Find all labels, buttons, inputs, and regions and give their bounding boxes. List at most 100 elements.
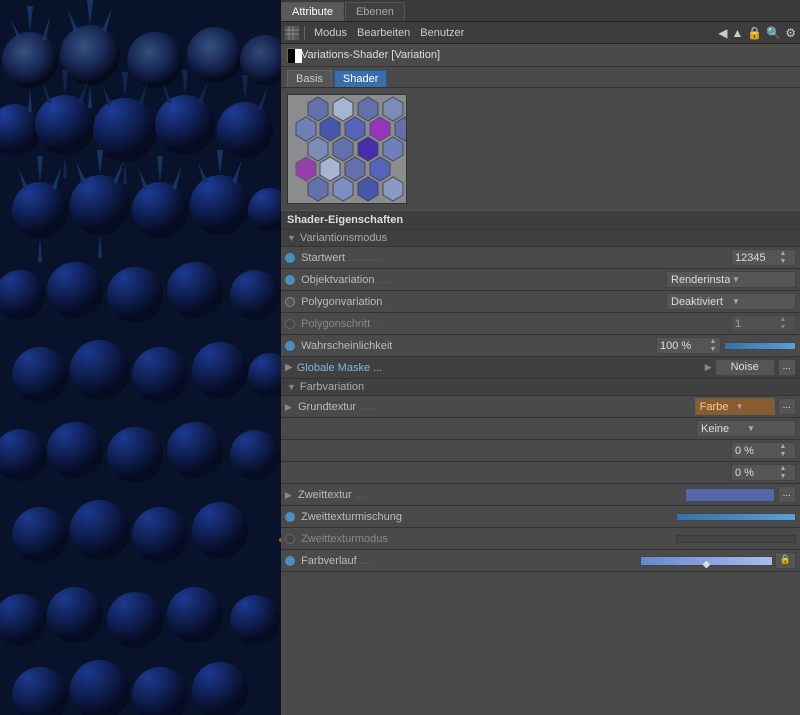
percent1-row: ▲ ▼ [281,440,800,462]
startwert-field[interactable] [732,251,777,265]
startwert-radio[interactable] [285,253,295,263]
percent2-input[interactable]: ▲ ▼ [731,464,796,481]
zweittexturmodus-row: Zweittexturmodus [281,528,800,550]
shader-preview-image [287,94,407,204]
polygonschritt-radio[interactable] [285,319,295,329]
farbvariation-group[interactable]: ▼ Farbvariation [281,379,800,396]
spinner-down-icon[interactable]: ▼ [777,258,789,266]
globale-maske-row: ▶ Globale Maske ... ▶ Noise ... [281,357,800,379]
grundtextur-label: ▶ Grundtextur ...... [285,401,695,413]
zweittexturmodus-label: Zweittexturmodus [285,533,672,545]
toolbar-icons: ◀ ▲ 🔒 🔍 ⚙ [718,26,796,40]
objektvariation-radio[interactable] [285,275,295,285]
spinner-down3-icon[interactable]: ▼ [707,346,719,354]
keine-dd-arrow-icon: ▼ [747,424,791,433]
farbvariation-label: Farbvariation [300,381,364,393]
polygonschritt-row: Polygonschritt .... ▲ ▼ [281,313,800,335]
spinner-down4-icon[interactable]: ▼ [777,451,789,459]
tab-attribute[interactable]: Attribute [281,2,344,21]
farbverlauf-row: Farbverlauf .... 🔒 [281,550,800,572]
polygonvariation-radio[interactable] [285,297,295,307]
maske-arrow-icon: ▶ [285,362,293,373]
polygonschritt-input[interactable]: ▲ ▼ [731,315,796,332]
variantionsmodus-label: Variantionsmodus [300,232,387,244]
farbverlauf-gradient-bar [640,556,773,566]
zweittexturmodus-bar [676,535,796,543]
percent2-spinners[interactable]: ▲ ▼ [777,465,789,481]
objektvariation-label: Objektvariation .... [285,274,666,286]
zweittextur-dots-button[interactable]: ... [778,486,796,503]
arrow-up-icon[interactable]: ▲ [731,26,743,40]
percent1-input[interactable]: ▲ ▼ [731,442,796,459]
spinner-down2-icon[interactable]: ▼ [777,324,789,332]
search-icon[interactable]: 🔍 [766,26,781,40]
spinner-down5-icon[interactable]: ▼ [777,473,789,481]
percent2-field[interactable] [732,466,777,480]
zweittexturmischung-label: Zweittexturmischung [285,511,672,523]
polygonschritt-field[interactable] [732,317,777,331]
variantionsmodus-group[interactable]: ▼ Variantionsmodus [281,230,800,247]
objektvariation-dropdown[interactable]: Renderinstanzen ▼ [666,271,796,288]
polygonvariation-dropdown[interactable]: Deaktiviert ▼ [666,293,796,310]
maske-dots-button[interactable]: ... [778,359,796,376]
keine-row: Keine ▼ [281,418,800,440]
farbverlauf-diamond-handle[interactable] [702,561,710,569]
spinner-up5-icon[interactable]: ▲ [777,465,789,473]
zweittexturmischung-radio[interactable] [285,512,295,522]
wahrscheinlichkeit-row: Wahrscheinlichkeit ▲ ▼ [281,335,800,357]
sub-tab-basis[interactable]: Basis [287,70,332,87]
settings-icon[interactable]: ⚙ [785,26,796,40]
checker-icon [287,48,301,62]
lock-icon[interactable]: 🔒 [747,26,762,40]
arrow-left-icon[interactable]: ◀ [718,26,727,40]
grundtextur-arrow-icon: ▶ [285,402,292,412]
right-panel: Attribute Ebenen Modus Bearbeiten Benutz… [281,0,800,715]
percent1-field[interactable] [732,444,777,458]
wahrscheinlichkeit-radio[interactable] [285,341,295,351]
spinner-up-icon[interactable]: ▲ [777,250,789,258]
farbvariation-arrow-icon: ▼ [287,382,296,392]
grundtextur-row: ▶ Grundtextur ...... Farbe ▼ ... [281,396,800,418]
objektvariation-row: Objektvariation .... Renderinstanzen ▼ [281,269,800,291]
zweittextur-color [685,488,775,502]
percent1-spinners[interactable]: ▲ ▼ [777,443,789,459]
globale-maske-label: Globale Maske ... [297,362,705,374]
farbverlauf-lock-button[interactable]: 🔒 [775,552,796,569]
zweittextur-label: ▶ Zweittextur .... [285,489,685,501]
zweittexturmischung-bar [676,513,796,521]
startwert-label: Startwert ........... [285,252,731,264]
spinner-up3-icon[interactable]: ▲ [707,338,719,346]
zweittexturmischung-row: Zweittexturmischung [281,506,800,528]
tab-ebenen[interactable]: Ebenen [345,2,405,21]
wahrscheinlichkeit-spinners[interactable]: ▲ ▼ [707,338,719,354]
bottom-spacer [281,572,800,592]
spinner-up2-icon[interactable]: ▲ [777,316,789,324]
polygonvariation-label: Polygonvariation . [285,296,666,308]
wahrscheinlichkeit-input[interactable]: ▲ ▼ [656,337,721,354]
sub-tab-shader[interactable]: Shader [334,70,387,87]
percent2-row: ▲ ▼ [281,462,800,484]
shader-eigenschaften-header: Shader-Eigenschaften [281,210,800,230]
startwert-input[interactable]: ▲ ▼ [731,249,796,266]
hatch-icon [285,26,299,40]
polygonschritt-label: Polygonschritt .... [285,318,731,330]
wahrscheinlichkeit-field[interactable] [657,339,707,353]
zweittexturmodus-radio[interactable] [285,534,295,544]
toolbar-modus[interactable]: Modus [310,25,351,41]
spinner-up4-icon[interactable]: ▲ [777,443,789,451]
maske-inner-arrow-icon: ▶ [705,362,712,373]
noise-button[interactable]: Noise [715,359,775,376]
polygonschritt-spinners[interactable]: ▲ ▼ [777,316,789,332]
toolbar-sep-1 [304,26,305,40]
toolbar-bearbeiten[interactable]: Bearbeiten [353,25,414,41]
keine-dropdown[interactable]: Keine ▼ [696,420,796,437]
viewport [0,0,281,715]
panel-content: Variations-Shader [Variation] Basis Shad… [281,44,800,715]
grundtextur-dots-button[interactable]: ... [778,398,796,415]
grundtextur-dropdown[interactable]: Farbe ▼ [695,398,775,415]
startwert-spinners[interactable]: ▲ ▼ [777,250,789,266]
toolbar-benutzer[interactable]: Benutzer [416,25,468,41]
farbverlauf-radio[interactable] [285,556,295,566]
group-arrow-icon: ▼ [287,233,296,243]
sub-tabs: Basis Shader [281,67,800,88]
